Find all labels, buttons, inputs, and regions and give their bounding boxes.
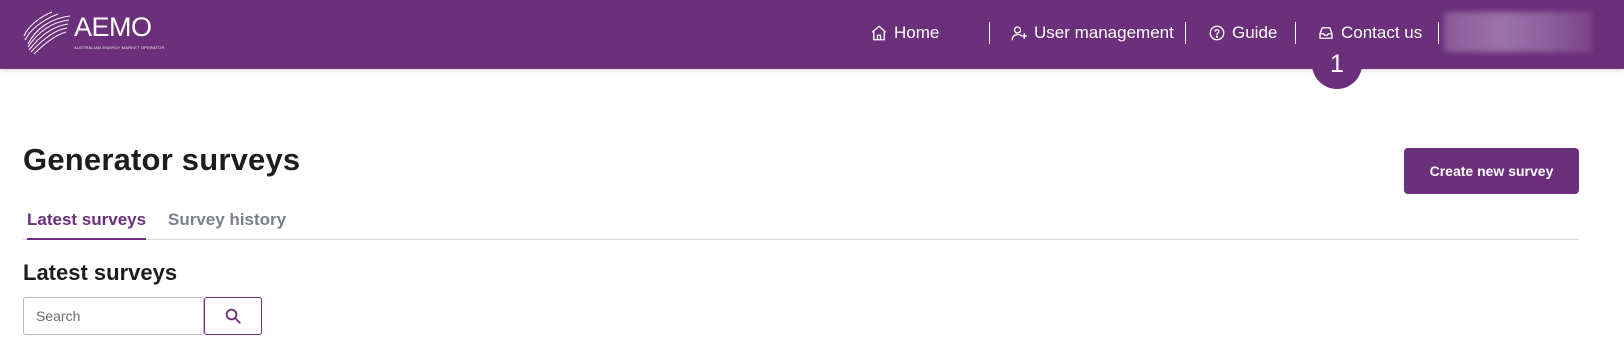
logo-tagline: AUSTRALIAN ENERGY MARKET OPERATOR bbox=[74, 45, 165, 50]
user-plus-icon bbox=[1011, 26, 1028, 41]
nav-divider bbox=[1185, 22, 1186, 44]
nav-home[interactable]: Home bbox=[870, 20, 939, 46]
aemo-swoosh-icon bbox=[23, 11, 71, 55]
nav-home-label: Home bbox=[894, 23, 940, 42]
tab-latest-surveys[interactable]: Latest surveys bbox=[27, 210, 147, 240]
nav-contact-us-label: Contact us bbox=[1341, 23, 1423, 42]
search-button[interactable] bbox=[204, 297, 262, 335]
aemo-logo[interactable]: AEMO AUSTRALIAN ENERGY MARKET OPERATOR bbox=[22, 10, 165, 56]
top-navigation-bar: AEMO AUSTRALIAN ENERGY MARKET OPERATOR H… bbox=[0, 0, 1624, 69]
section-title: Latest surveys bbox=[23, 260, 178, 285]
nav-guide-label: Guide bbox=[1232, 23, 1278, 42]
user-account-menu[interactable] bbox=[1444, 12, 1592, 52]
search-input[interactable] bbox=[23, 297, 204, 335]
logo-wordmark: AEMO bbox=[74, 12, 152, 42]
nav-user-management-label: User management bbox=[1034, 23, 1174, 42]
inbox-icon bbox=[1319, 27, 1333, 39]
nav-divider bbox=[1295, 22, 1296, 44]
nav-divider bbox=[989, 22, 990, 44]
nav-divider bbox=[1438, 22, 1439, 44]
tab-survey-history[interactable]: Survey history bbox=[168, 210, 286, 240]
survey-tabs: Latest surveys Survey history bbox=[23, 210, 1579, 240]
home-icon bbox=[871, 25, 887, 41]
search-icon bbox=[225, 308, 241, 324]
help-circle-icon bbox=[1209, 25, 1225, 41]
page-title: Generator surveys bbox=[23, 142, 301, 177]
create-new-survey-button[interactable]: Create new survey bbox=[1404, 148, 1579, 194]
callout-number-badge: 1 bbox=[1312, 43, 1362, 89]
nav-user-management[interactable]: User management bbox=[1010, 20, 1174, 46]
nav-guide[interactable]: Guide bbox=[1208, 20, 1277, 46]
